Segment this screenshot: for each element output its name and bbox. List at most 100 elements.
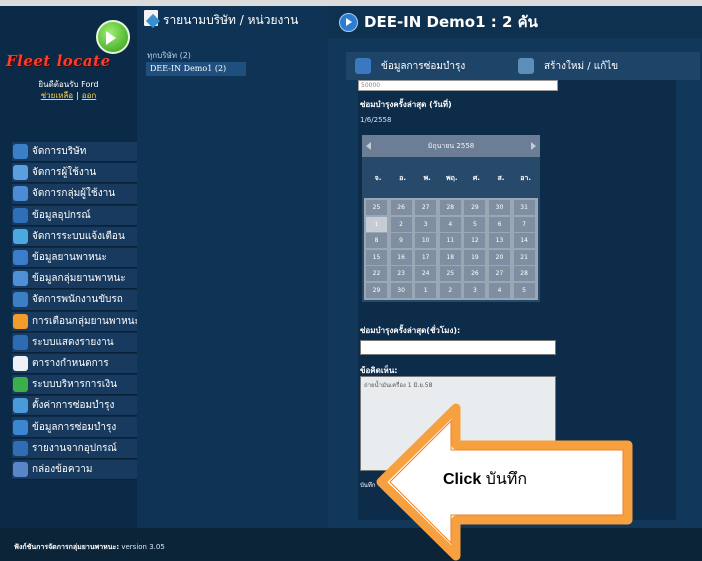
sidebar-item[interactable]: ข้อมูลกลุ่มยานพาหนะ bbox=[12, 269, 137, 290]
calendar-day[interactable]: 29 bbox=[464, 200, 486, 215]
calendar-day[interactable]: 27 bbox=[415, 200, 437, 215]
play-arrow-icon bbox=[339, 13, 358, 32]
calendar-day[interactable]: 1 bbox=[415, 283, 437, 298]
calendar-day[interactable]: 26 bbox=[464, 266, 486, 282]
sidebar-item-label: จัดการกลุ่มผู้ใช้งาน bbox=[32, 188, 116, 200]
footer-text: ฟังก์ชันการจัดการกลุ่มยานพาหนะ: version … bbox=[14, 542, 165, 553]
fleet-locate-logo: Fleet locate bbox=[6, 52, 111, 70]
calendar-day[interactable]: 12 bbox=[464, 233, 486, 249]
calendar-day[interactable]: 22 bbox=[366, 266, 387, 282]
calendar-day[interactable]: 8 bbox=[366, 233, 387, 249]
calendar-day[interactable]: 4 bbox=[439, 216, 461, 232]
calendar-day[interactable]: 6 bbox=[489, 216, 510, 232]
calendar-day[interactable]: 23 bbox=[390, 266, 412, 282]
company-selected-item[interactable]: DEE-IN Demo1 (2) bbox=[146, 62, 246, 76]
sidebar-item[interactable]: รายงานจากอุปกรณ์ bbox=[12, 438, 137, 459]
tab-create-edit-label: สร้างใหม่ / แก้ไข bbox=[544, 60, 619, 72]
calendar-day[interactable]: 17 bbox=[415, 249, 437, 265]
sidebar-item[interactable]: ข้อมูลยานพาหนะ bbox=[12, 247, 137, 269]
callout-text: Click บันทึก bbox=[443, 467, 583, 492]
calendar-day[interactable]: 3 bbox=[464, 283, 486, 298]
calendar-day[interactable]: 13 bbox=[489, 233, 510, 249]
next-month-icon[interactable] bbox=[531, 142, 536, 150]
home-icon[interactable] bbox=[96, 20, 130, 54]
sidebar-item[interactable]: กล่องข้อความ bbox=[12, 459, 137, 480]
calendar-day[interactable]: 1 bbox=[366, 216, 387, 232]
calendar-day[interactable]: 2 bbox=[439, 283, 461, 298]
sidebar-item[interactable]: จัดการพนักงานขับรถ bbox=[12, 290, 137, 311]
calendar-month: มิถุนายน 2558 bbox=[427, 142, 475, 150]
sidebar-item[interactable]: การเตือนกลุ่มยานพาหนะ bbox=[12, 311, 137, 332]
calendar-day[interactable]: 24 bbox=[415, 266, 437, 282]
sidebar-item-label: ตารางกำหนดการ bbox=[32, 357, 109, 369]
calendar-day[interactable]: 5 bbox=[464, 216, 486, 232]
calendar-day[interactable]: 18 bbox=[439, 249, 461, 265]
sidebar-item[interactable]: จัดการบริษัท bbox=[12, 142, 137, 163]
calendar-day[interactable]: 3 bbox=[415, 216, 437, 232]
calendar-day[interactable]: 2 bbox=[390, 216, 412, 232]
sidebar-item[interactable]: จัดการกลุ่มผู้ใช้งาน bbox=[12, 184, 137, 205]
calendar-grid: 25 26 27 28 29 30 31 1 2 3 4 5 6 7 8 9 10 11 12 13 14 15 16 17 1… bbox=[364, 198, 538, 300]
sidebar-item[interactable]: ข้อมูลการซ่อมบำรุง bbox=[12, 417, 137, 438]
calendar-day[interactable]: 29 bbox=[366, 283, 387, 298]
calendar-day[interactable]: 16 bbox=[390, 249, 412, 265]
calendar-weekdays: จ. อ. พ. พฤ. ศ. ส. อา. bbox=[362, 173, 540, 187]
warning-icon bbox=[13, 313, 28, 329]
sidebar-item-label: กล่องข้อความ bbox=[32, 463, 93, 475]
calendar-weekday: อา. bbox=[520, 174, 531, 182]
footer-version: version 3.05 bbox=[121, 543, 165, 551]
logout-link[interactable]: ออก bbox=[82, 91, 96, 100]
help-link[interactable]: ช่วยเหลือ bbox=[41, 91, 73, 100]
calendar-day[interactable]: 11 bbox=[439, 233, 461, 249]
calendar-day[interactable]: 27 bbox=[489, 266, 510, 282]
sidebar-item[interactable]: ข้อมูลอุปกรณ์ bbox=[12, 205, 137, 226]
last-maint-hours-input[interactable] bbox=[360, 340, 556, 355]
sidebar-item[interactable]: ระบบแสดงรายงาน bbox=[12, 332, 137, 353]
save-button[interactable]: บันทึก bbox=[360, 480, 376, 490]
calendar-day[interactable]: 4 bbox=[489, 283, 510, 298]
notes-textarea[interactable]: ถ่ายน้ำมันเครื่อง 1 มิ.ย.58 bbox=[360, 376, 556, 471]
calendar-day[interactable]: 20 bbox=[489, 249, 510, 265]
sidebar-item-label: จัดการบริษัท bbox=[32, 146, 87, 158]
calendar-day[interactable]: 30 bbox=[390, 283, 412, 298]
mileage-field[interactable]: 50000 bbox=[358, 80, 558, 91]
calendar-day[interactable]: 30 bbox=[489, 200, 510, 215]
tab-maintenance[interactable]: ข้อมูลการซ่อมบำรุง bbox=[355, 52, 465, 80]
calendar-day[interactable]: 31 bbox=[513, 200, 535, 215]
calendar-day[interactable]: 25 bbox=[366, 200, 387, 215]
calendar-day[interactable]: 21 bbox=[513, 249, 535, 265]
calendar-weekday: อ. bbox=[399, 174, 407, 182]
sidebar-item[interactable]: ตั้งค่าการซ่อมบำรุง bbox=[12, 396, 137, 417]
calendar-day[interactable]: 7 bbox=[513, 216, 535, 232]
date-picker-calendar[interactable]: มิถุนายน 2558 จ. อ. พ. พฤ. ศ. ส. อา. 25 26 27 28 2… bbox=[362, 135, 540, 302]
calendar-day[interactable]: 26 bbox=[390, 200, 412, 215]
calendar-day[interactable]: 14 bbox=[513, 233, 535, 249]
sidebar-item[interactable]: จัดการระบบแจ้งเตือน bbox=[12, 226, 137, 247]
calendar-day[interactable]: 10 bbox=[415, 233, 437, 249]
tabs-row: ข้อมูลการซ่อมบำรุง สร้างใหม่ / แก้ไข bbox=[346, 52, 700, 80]
sidebar-item[interactable]: จัดการผู้ใช้งาน bbox=[12, 163, 137, 184]
tab-create-edit[interactable]: สร้างใหม่ / แก้ไข bbox=[518, 52, 618, 80]
finance-icon bbox=[13, 377, 28, 393]
user-group-icon bbox=[13, 186, 28, 202]
calendar-day[interactable]: 25 bbox=[439, 266, 461, 282]
sidebar-item[interactable]: ระบบบริหารการเงิน bbox=[12, 375, 137, 396]
company-icon bbox=[13, 144, 28, 160]
calendar-day[interactable]: 28 bbox=[513, 266, 535, 282]
calendar-day[interactable]: 5 bbox=[513, 283, 535, 298]
detail-header: DEE-IN Demo1 : 2 คัน bbox=[328, 6, 702, 38]
calendar-day[interactable]: 9 bbox=[390, 233, 412, 249]
company-all-item[interactable]: ทุกบริษัท (2) bbox=[147, 49, 191, 62]
sidebar-item[interactable]: ตารางกำหนดการ bbox=[12, 353, 137, 375]
save-button-label: บันทึก bbox=[360, 482, 376, 489]
company-header: รายนามบริษัท / หน่วยงาน bbox=[137, 6, 328, 32]
calendar-day[interactable]: 28 bbox=[439, 200, 461, 215]
calendar-day[interactable]: 15 bbox=[366, 249, 387, 265]
detail-panel: DEE-IN Demo1 : 2 คัน ข้อมูลการซ่อมบำรุง … bbox=[328, 6, 702, 528]
last-maint-hours-label: ซ่อมบำรุงครั้งล่าสุด(ชั่วโมง): bbox=[360, 326, 461, 335]
maintenance-form: 50000 ซ่อมบำรุงครั้งล่าสุด (วันที่) 1/6/… bbox=[358, 80, 676, 520]
driver-icon bbox=[13, 292, 28, 308]
callout-bold: Click bbox=[443, 471, 482, 488]
last-maint-date-value: 1/6/2558 bbox=[360, 116, 392, 124]
calendar-day[interactable]: 19 bbox=[464, 249, 486, 265]
